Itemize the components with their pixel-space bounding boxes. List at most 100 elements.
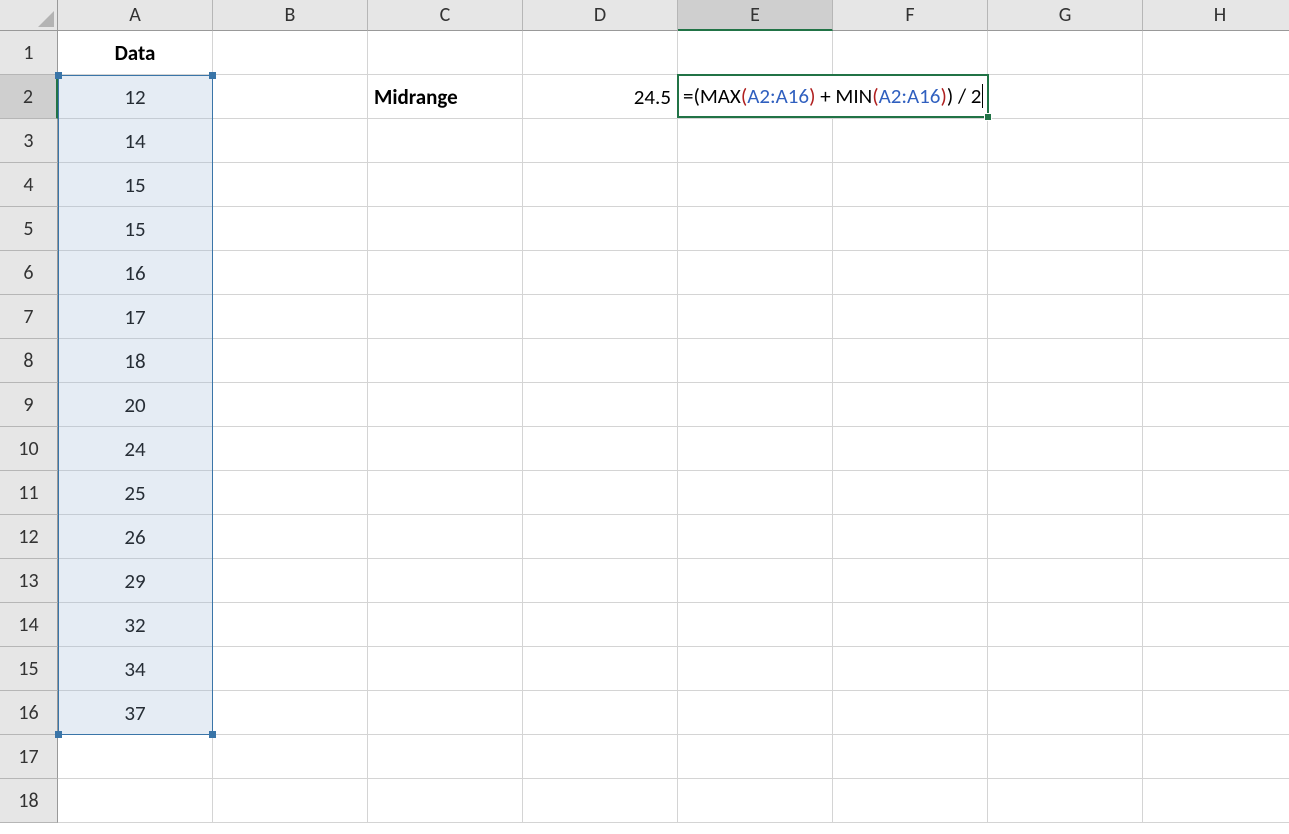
cell-F3[interactable] (833, 119, 988, 163)
cell-A14[interactable]: 32 (58, 603, 213, 647)
cell-A5[interactable]: 15 (58, 207, 213, 251)
row-header-13[interactable]: 13 (0, 559, 58, 603)
cell-G15[interactable] (988, 647, 1143, 691)
cell-D8[interactable] (523, 339, 678, 383)
cell-G11[interactable] (988, 471, 1143, 515)
cell-E12[interactable] (678, 515, 833, 559)
cell-H5[interactable] (1143, 207, 1289, 251)
cell-A10[interactable]: 24 (58, 427, 213, 471)
cell-H17[interactable] (1143, 735, 1289, 779)
cell-E6[interactable] (678, 251, 833, 295)
cell-C7[interactable] (368, 295, 523, 339)
cell-C8[interactable] (368, 339, 523, 383)
cell-D15[interactable] (523, 647, 678, 691)
cell-F5[interactable] (833, 207, 988, 251)
cell-A15[interactable]: 34 (58, 647, 213, 691)
cell-H14[interactable] (1143, 603, 1289, 647)
cell-D18[interactable] (523, 779, 678, 823)
cell-C9[interactable] (368, 383, 523, 427)
cell-B7[interactable] (213, 295, 368, 339)
column-header-G[interactable]: G (988, 0, 1143, 31)
cell-B5[interactable] (213, 207, 368, 251)
cell-F17[interactable] (833, 735, 988, 779)
cell-D13[interactable] (523, 559, 678, 603)
cell-C12[interactable] (368, 515, 523, 559)
cell-A2[interactable]: 12 (58, 75, 213, 119)
cell-B15[interactable] (213, 647, 368, 691)
cell-D14[interactable] (523, 603, 678, 647)
cell-D11[interactable] (523, 471, 678, 515)
row-header-1[interactable]: 1 (0, 31, 58, 75)
cell-B6[interactable] (213, 251, 368, 295)
cell-H4[interactable] (1143, 163, 1289, 207)
cell-D9[interactable] (523, 383, 678, 427)
cell-H11[interactable] (1143, 471, 1289, 515)
cell-D3[interactable] (523, 119, 678, 163)
cell-C4[interactable] (368, 163, 523, 207)
cell-D10[interactable] (523, 427, 678, 471)
cell-B13[interactable] (213, 559, 368, 603)
cell-E10[interactable] (678, 427, 833, 471)
cell-G18[interactable] (988, 779, 1143, 823)
cell-E18[interactable] (678, 779, 833, 823)
cell-H1[interactable] (1143, 31, 1289, 75)
cell-B14[interactable] (213, 603, 368, 647)
cell-D7[interactable] (523, 295, 678, 339)
cell-C5[interactable] (368, 207, 523, 251)
cell-F13[interactable] (833, 559, 988, 603)
cell-H3[interactable] (1143, 119, 1289, 163)
row-header-8[interactable]: 8 (0, 339, 58, 383)
row-header-11[interactable]: 11 (0, 471, 58, 515)
column-header-A[interactable]: A (58, 0, 213, 31)
cell-G2[interactable] (988, 75, 1143, 119)
cell-H16[interactable] (1143, 691, 1289, 735)
cell-C14[interactable] (368, 603, 523, 647)
cell-F1[interactable] (833, 31, 988, 75)
column-header-B[interactable]: B (213, 0, 368, 31)
cell-B3[interactable] (213, 119, 368, 163)
fill-handle-icon[interactable] (984, 113, 992, 121)
cell-A12[interactable]: 26 (58, 515, 213, 559)
cell-E15[interactable] (678, 647, 833, 691)
row-header-18[interactable]: 18 (0, 779, 58, 823)
cell-C13[interactable] (368, 559, 523, 603)
column-header-F[interactable]: F (833, 0, 988, 31)
row-header-15[interactable]: 15 (0, 647, 58, 691)
row-header-2[interactable]: 2 (0, 75, 58, 119)
cell-H2[interactable] (1143, 75, 1289, 119)
cell-F7[interactable] (833, 295, 988, 339)
cell-B1[interactable] (213, 31, 368, 75)
cell-D1[interactable] (523, 31, 678, 75)
cell-C15[interactable] (368, 647, 523, 691)
cell-F16[interactable] (833, 691, 988, 735)
cell-D17[interactable] (523, 735, 678, 779)
cell-D16[interactable] (523, 691, 678, 735)
cell-F8[interactable] (833, 339, 988, 383)
column-header-E[interactable]: E (678, 0, 833, 31)
cell-G9[interactable] (988, 383, 1143, 427)
cell-B4[interactable] (213, 163, 368, 207)
row-header-16[interactable]: 16 (0, 691, 58, 735)
cell-A13[interactable]: 29 (58, 559, 213, 603)
cell-H10[interactable] (1143, 427, 1289, 471)
column-header-D[interactable]: D (523, 0, 678, 31)
row-header-9[interactable]: 9 (0, 383, 58, 427)
cell-C3[interactable] (368, 119, 523, 163)
cell-E7[interactable] (678, 295, 833, 339)
cell-H6[interactable] (1143, 251, 1289, 295)
cell-C1[interactable] (368, 31, 523, 75)
cell-C17[interactable] (368, 735, 523, 779)
cell-H13[interactable] (1143, 559, 1289, 603)
cell-B12[interactable] (213, 515, 368, 559)
cell-C2[interactable]: Midrange (368, 75, 523, 119)
row-header-3[interactable]: 3 (0, 119, 58, 163)
cell-H15[interactable] (1143, 647, 1289, 691)
row-header-6[interactable]: 6 (0, 251, 58, 295)
cell-E8[interactable] (678, 339, 833, 383)
column-header-C[interactable]: C (368, 0, 523, 31)
cell-G14[interactable] (988, 603, 1143, 647)
cell-F11[interactable] (833, 471, 988, 515)
cell-E14[interactable] (678, 603, 833, 647)
cell-A9[interactable]: 20 (58, 383, 213, 427)
cell-F18[interactable] (833, 779, 988, 823)
